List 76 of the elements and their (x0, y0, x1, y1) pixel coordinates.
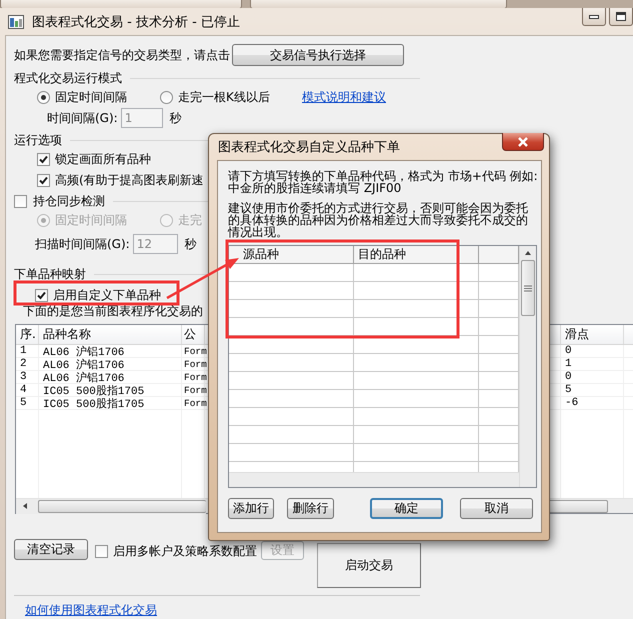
help-link[interactable]: 如何使用图表程式化交易 (25, 602, 157, 619)
checkbox-label: 启用自定义下单品种 (53, 286, 161, 304)
column-header[interactable]: 品种名称 (39, 325, 182, 344)
unit-label: 秒 (184, 236, 197, 252)
scroll-thumb[interactable] (548, 500, 608, 512)
table-cell: 3 (16, 371, 39, 383)
table-cell: -6 (561, 397, 624, 409)
table-cell: 2 (16, 358, 39, 370)
prompt-text: 如果您需要指定信号的交易类型，请点击 (14, 46, 230, 64)
checkbox-label: 持仓同步检测 (33, 192, 105, 210)
help-link[interactable]: 模式说明和建议 (302, 88, 386, 106)
column-header[interactable]: 公 (182, 325, 205, 344)
checkbox-label: 启用多帐户及策略系数配置 (113, 543, 257, 560)
window-title: 图表程式化交易 - 技术分析 - 已停止 (32, 14, 240, 30)
group-label: 运行选项 (14, 132, 62, 148)
horizontal-scrollbar[interactable] (16, 498, 206, 514)
grip-icon (524, 284, 532, 292)
radio-label: 走完 (178, 212, 202, 228)
minimize-icon (589, 14, 599, 18)
checkbox-label: 锁定画面所有品种 (55, 150, 151, 168)
note-text: 下面的是您当前图表程序化交易的 (23, 302, 203, 320)
checkbox-label: 高频(有助于提高图表刷新速 (55, 172, 204, 188)
unit-label: 秒 (170, 110, 182, 126)
close-icon (517, 136, 529, 146)
minimize-button[interactable] (582, 8, 606, 26)
close-button[interactable] (502, 133, 544, 151)
radio-label: 固定时间间隔 (55, 212, 127, 228)
radio-button[interactable] (37, 90, 50, 104)
checkbox[interactable] (35, 288, 48, 302)
table-cell: 0 (561, 371, 624, 383)
dialog-button[interactable]: 添加行 (228, 498, 274, 519)
maximize-button[interactable] (609, 8, 633, 26)
radio-button[interactable] (160, 90, 173, 104)
table-cell: IC05 500股指1705 (39, 397, 182, 409)
maximize-icon (616, 12, 626, 21)
checkbox[interactable] (95, 545, 108, 558)
checkbox[interactable] (14, 194, 27, 208)
table-cell: 1 (16, 345, 39, 357)
table-cell: Form (182, 358, 205, 370)
vertical-scrollbar[interactable] (519, 246, 536, 487)
table-cell: Form (182, 384, 205, 396)
column-header[interactable]: 序. (16, 325, 39, 344)
checkbox[interactable] (37, 174, 50, 186)
column-header[interactable]: 目的品种 (354, 246, 479, 263)
instruction-text: 建议使用市价委托的方式进行交易，否则可能会因为委托 的具体转换的品种因为价格相差过大而导致委托不成交的 情况出现。 (228, 202, 529, 238)
app-icon (8, 14, 24, 28)
table-cell: IC05 500股指1705 (39, 384, 182, 396)
instruction-text: 请下方填写转换的下单品种代码，格式为 市场+代码 例如: 中金所的股指连续请填写 ZJIF00 (228, 170, 539, 194)
table-cell: AL06 沪铝1706 (39, 345, 182, 357)
table-cell: 5 (16, 397, 39, 409)
radio-label: 走完一根K线以后 (178, 88, 270, 106)
horizontal-scrollbar[interactable] (229, 472, 519, 487)
dialog-button[interactable]: 删除行 (287, 498, 334, 519)
table-cell: Form (182, 397, 205, 409)
table-cell: 1 (561, 358, 624, 370)
table-cell: AL06 沪铝1706 (39, 371, 182, 383)
clear-button[interactable]: 清空记录 (14, 539, 88, 560)
start-button[interactable]: 启动交易 (317, 543, 421, 588)
checkbox[interactable] (37, 152, 50, 166)
table-cell: Form (182, 345, 205, 357)
table-cell: AL06 沪铝1706 (39, 358, 182, 370)
signal-select-button[interactable]: 交易信号执行选择 (232, 44, 404, 66)
table-cell: 0 (561, 345, 624, 357)
dialog-button[interactable]: 取消 (460, 498, 533, 519)
dialog-title: 图表程式化交易自定义品种下单 (218, 139, 400, 156)
table-cell: 4 (16, 384, 39, 396)
ok-button[interactable]: 确定 (370, 498, 443, 519)
scroll-up-icon[interactable] (524, 250, 532, 256)
radio-label: 固定时间间隔 (55, 88, 127, 106)
field-label: 扫描时间间隔(G): (35, 236, 130, 252)
field-label: 时间间隔(G): (47, 110, 118, 126)
column-header[interactable]: 滑点 (561, 325, 624, 344)
table-cell: 5 (561, 384, 624, 396)
group-label: 下单品种映射 (14, 266, 86, 282)
table-cell: Form (182, 371, 205, 383)
group-label: 程式化交易运行模式 (14, 70, 122, 86)
